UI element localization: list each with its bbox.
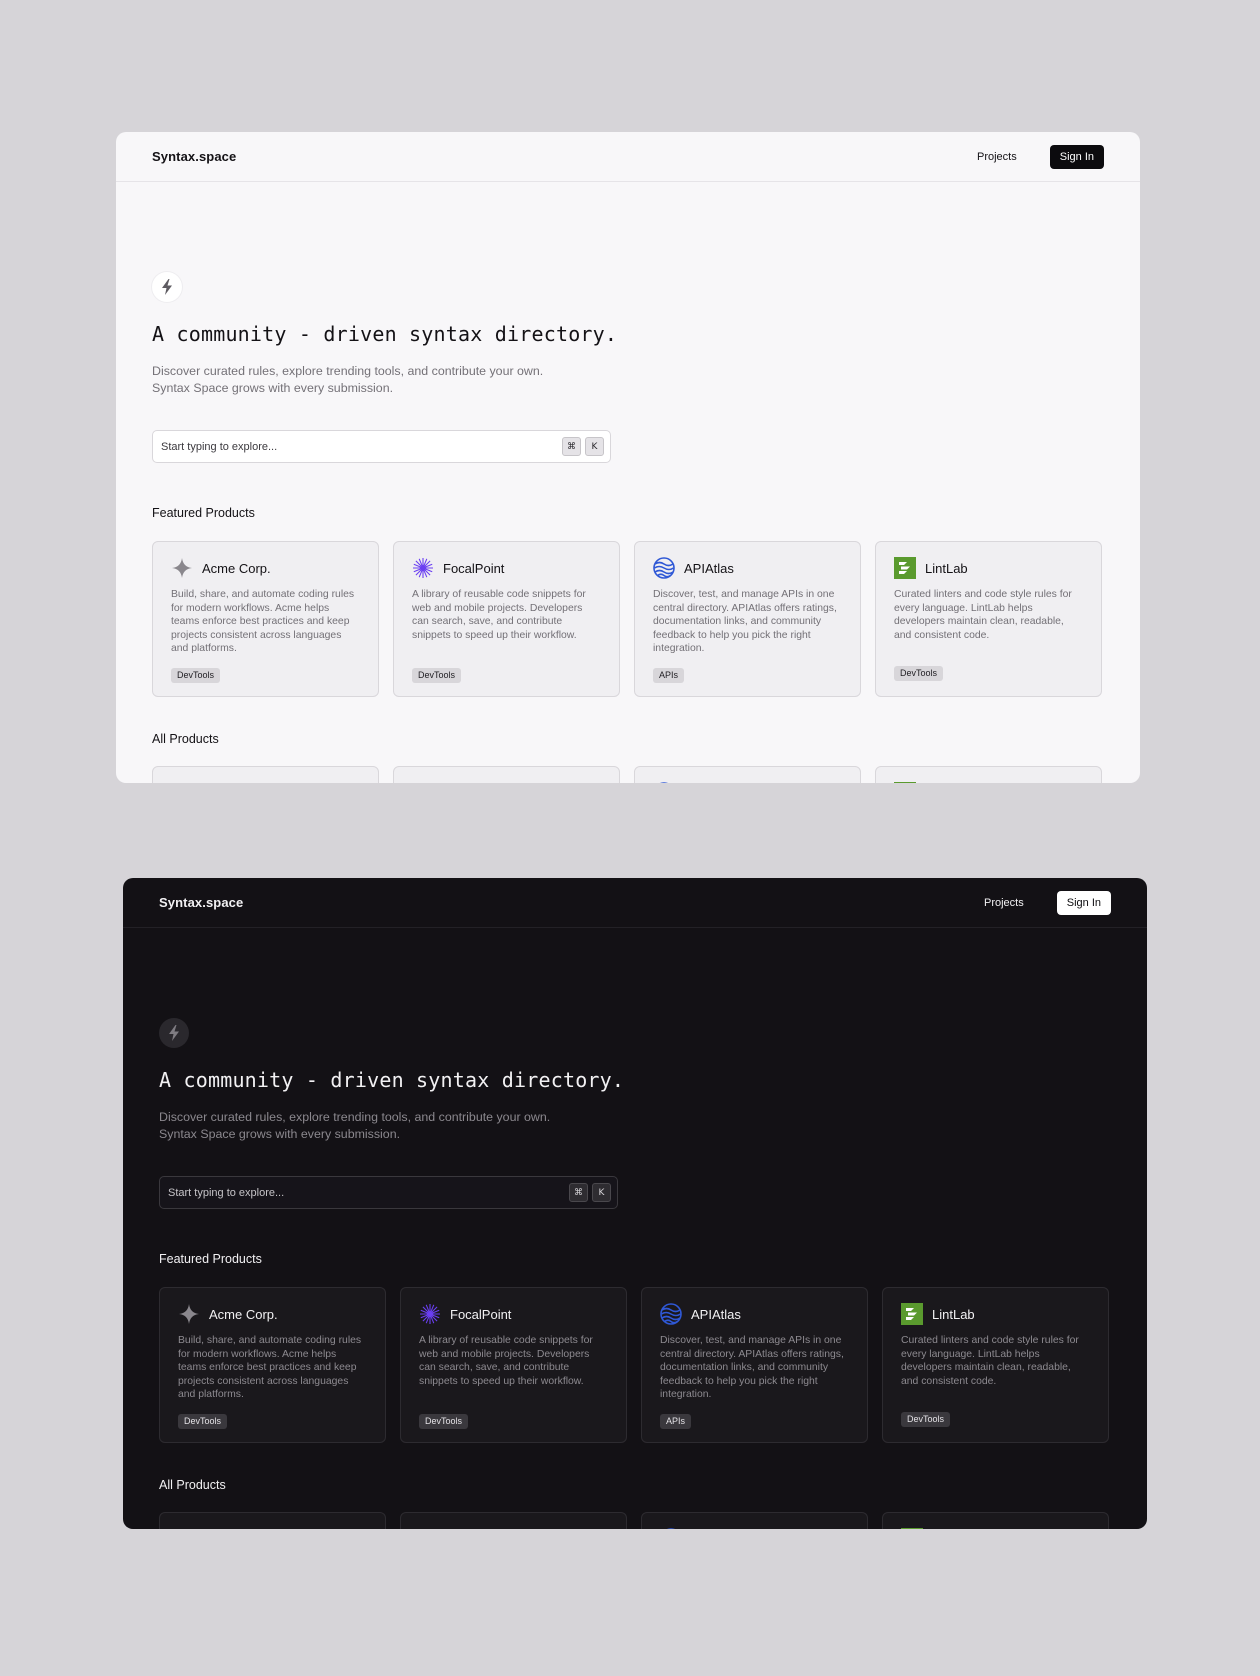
search-input[interactable] <box>161 440 558 453</box>
product-card-apiatlas[interactable]: APIAtlas Discover, test, and manage APIs… <box>641 1287 868 1443</box>
featured-products-heading: Featured Products <box>152 506 255 520</box>
product-name: LintLab <box>925 560 968 576</box>
light-theme-window: Syntax.space Projects Sign In A communit… <box>116 132 1140 783</box>
product-tag[interactable]: APIs <box>660 1414 692 1429</box>
product-card-lintlab[interactable]: LintLab <box>875 766 1102 783</box>
nav-projects-link[interactable]: Projects <box>977 151 1017 163</box>
product-description: Discover, test, and manage APIs in one c… <box>660 1335 844 1401</box>
all-products-heading: All Products <box>159 1478 226 1492</box>
product-tag[interactable]: DevTools <box>412 668 462 683</box>
product-card-apiatlas[interactable]: APIAtlas Discover, test, and manage APIs… <box>634 541 861 697</box>
product-card-apiatlas[interactable]: APIAtlas <box>641 1512 868 1529</box>
product-tag[interactable]: DevTools <box>171 668 221 683</box>
featured-products-heading: Featured Products <box>159 1252 262 1266</box>
product-tag[interactable]: DevTools <box>419 1414 469 1429</box>
all-products-grid: Acme Corp. FocalPoint <box>152 766 1102 783</box>
product-description: A library of reusable code snippets for … <box>419 1335 593 1387</box>
product-tag[interactable]: DevTools <box>178 1414 228 1429</box>
product-card-focalpoint[interactable]: FocalPoint <box>393 766 620 783</box>
all-products-heading: All Products <box>152 732 219 746</box>
nav-projects-link[interactable]: Projects <box>984 897 1024 909</box>
product-name: FocalPoint <box>450 1306 512 1322</box>
command-key-hint: ⌘ <box>562 437 581 456</box>
lintlab-logo-icon <box>901 1528 923 1529</box>
product-tag[interactable]: APIs <box>653 668 685 683</box>
product-card-acme[interactable]: Acme Corp. Build, share, and automate co… <box>159 1287 386 1443</box>
featured-products-grid: Acme Corp. Build, share, and automate co… <box>159 1287 1109 1443</box>
hero-title: A community - driven syntax directory. <box>152 322 618 346</box>
product-name: LintLab <box>932 1306 975 1322</box>
search-input[interactable] <box>168 1186 565 1199</box>
sparkle-icon <box>171 782 193 783</box>
search-box[interactable]: ⌘ K <box>159 1176 618 1209</box>
product-card-focalpoint[interactable]: FocalPoint A library of reusable code sn… <box>400 1287 627 1443</box>
sparkle-icon <box>178 1528 200 1529</box>
product-card-focalpoint[interactable]: FocalPoint <box>400 1512 627 1529</box>
hero-subtitle: Discover curated rules, explore trending… <box>152 364 544 395</box>
product-description: A library of reusable code snippets for … <box>412 589 586 641</box>
product-card-lintlab[interactable]: LintLab Curated linters and code style r… <box>882 1287 1109 1443</box>
lintlab-logo-icon <box>894 782 916 783</box>
lightning-icon <box>159 1018 189 1048</box>
product-card-acme[interactable]: Acme Corp. Build, share, and automate co… <box>152 541 379 697</box>
product-name: Acme Corp. <box>202 560 271 576</box>
product-tag[interactable]: DevTools <box>901 1412 951 1427</box>
dark-theme-window: Syntax.space Projects Sign In A communit… <box>123 878 1147 1529</box>
product-card-acme[interactable]: Acme Corp. <box>159 1512 386 1529</box>
product-card-lintlab[interactable]: LintLab Curated linters and code style r… <box>875 541 1102 697</box>
command-key-hint: ⌘ <box>569 1183 588 1202</box>
starburst-icon <box>412 557 434 579</box>
brand-logo-text[interactable]: Syntax.space <box>159 895 243 910</box>
product-description: Build, share, and automate coding rules … <box>178 1335 362 1401</box>
product-description: Discover, test, and manage APIs in one c… <box>653 589 837 655</box>
k-key-hint: K <box>585 437 604 456</box>
product-name: FocalPoint <box>443 560 505 576</box>
all-products-grid: Acme Corp. FocalPoint <box>159 1512 1109 1529</box>
product-card-apiatlas[interactable]: APIAtlas <box>634 766 861 783</box>
globe-waves-icon <box>660 1303 682 1325</box>
featured-products-grid: Acme Corp. Build, share, and automate co… <box>152 541 1102 697</box>
product-description: Curated linters and code style rules for… <box>894 589 1072 641</box>
k-key-hint: K <box>592 1183 611 1202</box>
product-card-focalpoint[interactable]: FocalPoint A library of reusable code sn… <box>393 541 620 697</box>
sign-in-button[interactable]: Sign In <box>1049 144 1104 169</box>
search-box[interactable]: ⌘ K <box>152 430 611 463</box>
lightning-icon <box>152 272 182 302</box>
product-name: Acme Corp. <box>209 1306 278 1322</box>
product-description: Curated linters and code style rules for… <box>901 1335 1079 1387</box>
product-description: Build, share, and automate coding rules … <box>171 589 355 655</box>
product-name: APIAtlas <box>691 1306 741 1322</box>
brand-logo-text[interactable]: Syntax.space <box>152 149 236 164</box>
product-name: APIAtlas <box>684 560 734 576</box>
globe-waves-icon <box>660 1528 682 1529</box>
top-nav: Syntax.space Projects Sign In <box>123 878 1147 928</box>
sparkle-icon <box>171 557 193 579</box>
starburst-icon <box>419 1303 441 1325</box>
hero-subtitle: Discover curated rules, explore trending… <box>159 1110 551 1141</box>
globe-waves-icon <box>653 557 675 579</box>
sign-in-button[interactable]: Sign In <box>1056 890 1111 915</box>
lintlab-logo-icon <box>894 557 916 579</box>
top-nav: Syntax.space Projects Sign In <box>116 132 1140 182</box>
sparkle-icon <box>178 1303 200 1325</box>
product-tag[interactable]: DevTools <box>894 666 944 681</box>
lintlab-logo-icon <box>901 1303 923 1325</box>
hero-title: A community - driven syntax directory. <box>159 1068 625 1092</box>
globe-waves-icon <box>653 782 675 783</box>
starburst-icon <box>419 1528 441 1529</box>
starburst-icon <box>412 782 434 783</box>
product-card-lintlab[interactable]: LintLab <box>882 1512 1109 1529</box>
product-card-acme[interactable]: Acme Corp. <box>152 766 379 783</box>
